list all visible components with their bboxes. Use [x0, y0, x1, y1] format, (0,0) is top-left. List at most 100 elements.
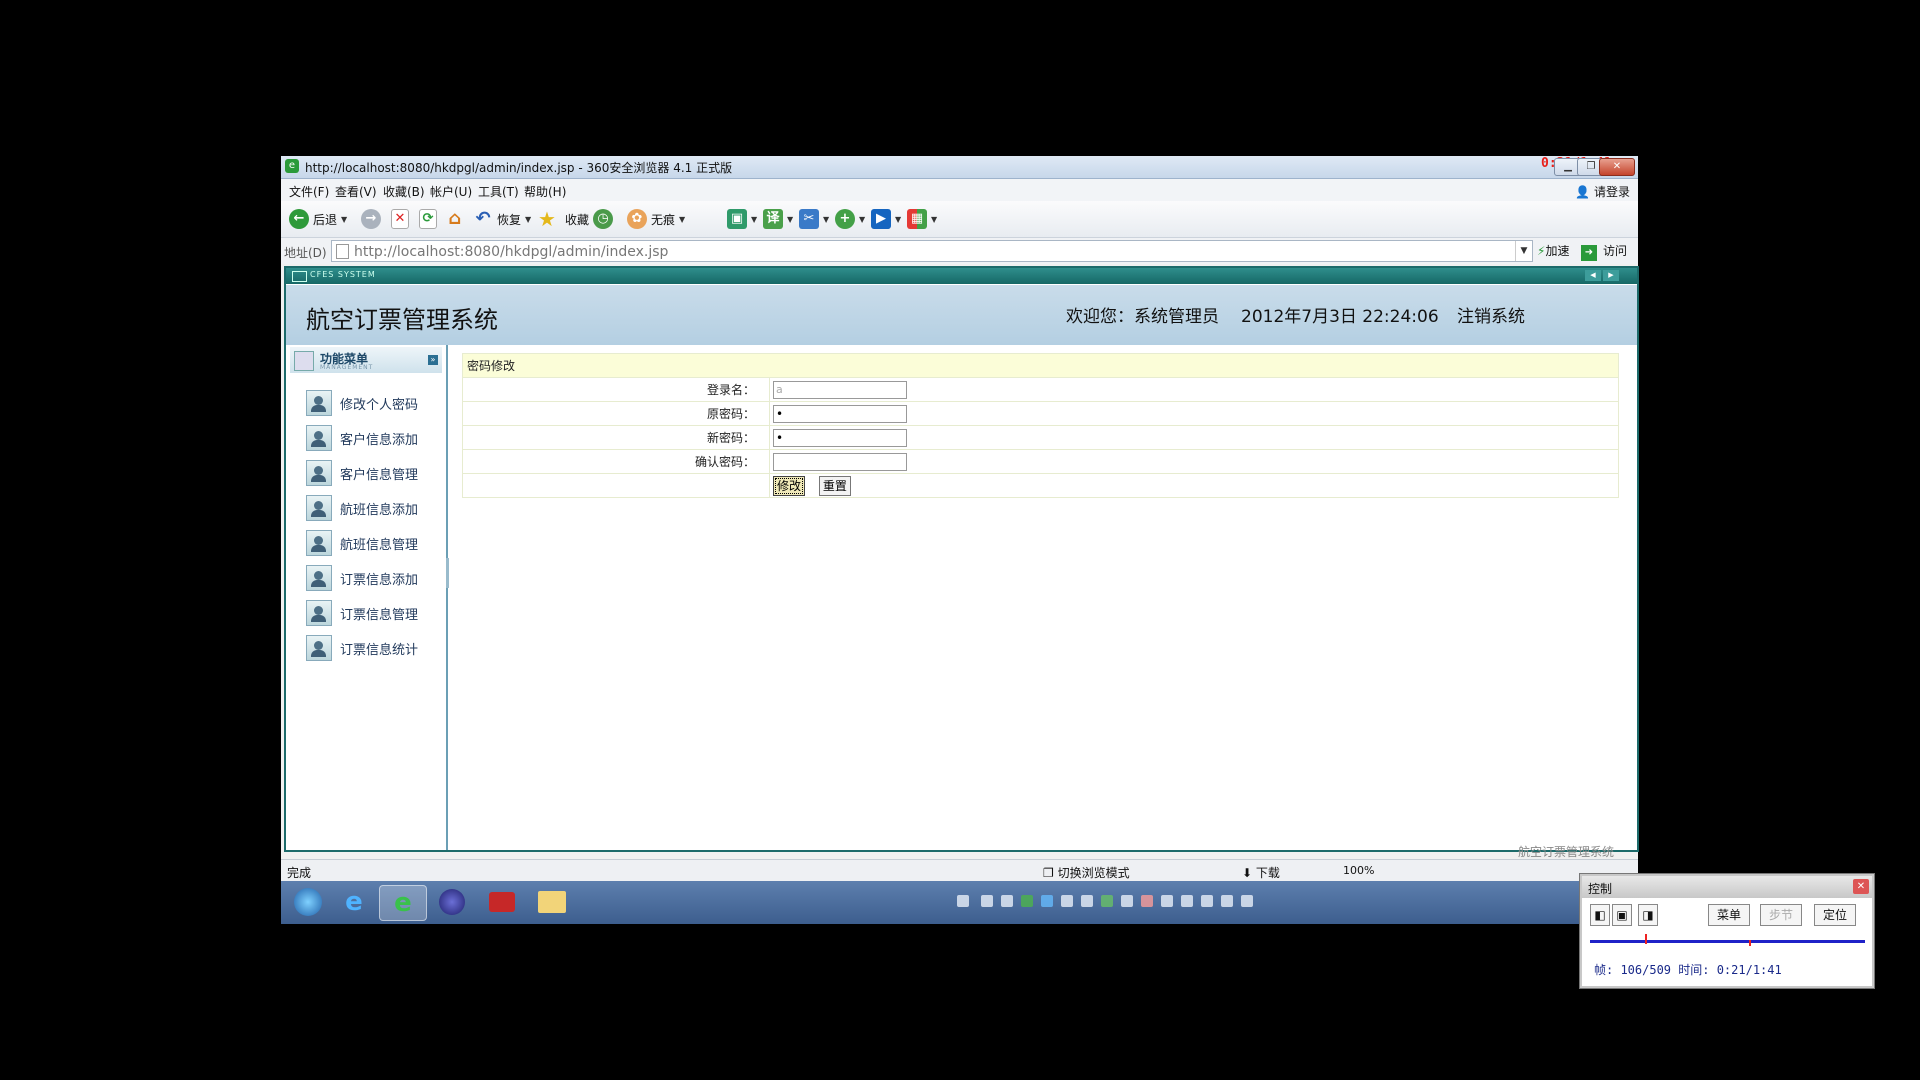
taskbar-360-browser[interactable]: e: [379, 885, 427, 921]
playback-track[interactable]: [1590, 940, 1865, 943]
visit-button[interactable]: ➜ 访问: [1581, 242, 1627, 261]
favorites-button[interactable]: ★ 收藏: [537, 208, 589, 230]
tray-flag-icon[interactable]: [1181, 895, 1193, 907]
taskbar-explorer[interactable]: [529, 885, 575, 919]
translate-icon: 译: [763, 209, 783, 229]
reset-button[interactable]: 重置: [818, 475, 851, 496]
stop-playback-button[interactable]: ▣: [1612, 904, 1632, 926]
tray-notes-icon[interactable]: [1081, 895, 1093, 907]
locate-button[interactable]: 定位: [1814, 904, 1856, 926]
sidebar-item-manage-flight[interactable]: 航班信息管理: [306, 530, 418, 556]
menu-help[interactable]: 帮助(H): [524, 183, 566, 200]
screenshot-button[interactable]: ✂ ▼: [799, 208, 829, 230]
control-close-icon[interactable]: ✕: [1853, 879, 1869, 894]
footer-text: 航空订票管理系统: [1517, 845, 1614, 859]
tray-shield-icon[interactable]: [1041, 895, 1053, 907]
tray-display-icon[interactable]: [1161, 895, 1173, 907]
tray-network-icon[interactable]: [981, 895, 993, 907]
tray-keyboard-icon[interactable]: [957, 895, 969, 907]
translate-button[interactable]: 译 ▼: [763, 208, 793, 230]
restore-button[interactable]: ↶ 恢复 ▼: [473, 208, 531, 230]
download-button[interactable]: ⬇ 下载: [1242, 864, 1280, 881]
tray-volume-icon[interactable]: [1241, 895, 1253, 907]
accelerate-label: 加速: [1545, 244, 1570, 258]
tray-tool-icon[interactable]: [1141, 895, 1153, 907]
zoom-level[interactable]: 100%: [1343, 864, 1374, 877]
sidebar-splitter[interactable]: [446, 558, 449, 588]
menu-account[interactable]: 帐户(U): [430, 183, 472, 200]
control-menu-button[interactable]: 菜单: [1708, 904, 1750, 926]
switch-mode-button[interactable]: ❐ 切换浏览模式: [1043, 864, 1130, 881]
apps-button[interactable]: ▦ ▼: [907, 208, 937, 230]
tray-defender-icon[interactable]: [1061, 895, 1073, 907]
logout-link[interactable]: 注销系统: [1457, 302, 1525, 327]
restore-dropdown-icon[interactable]: ▼: [525, 215, 531, 224]
tray-device-icon[interactable]: [1201, 895, 1213, 907]
login-link[interactable]: 👤 请登录: [1575, 183, 1630, 200]
sidebar-item-label: 客户信息管理: [340, 467, 419, 483]
nav-right-icon[interactable]: ▶: [1603, 270, 1619, 281]
confirm-password-field[interactable]: [773, 452, 907, 471]
sidebar-item-booking-stats[interactable]: 订票信息统计: [306, 635, 418, 661]
accelerate-button[interactable]: ⚡加速: [1537, 242, 1569, 259]
download-icon: ⬇: [1242, 866, 1253, 880]
playhead-marker[interactable]: [1645, 934, 1647, 944]
sidebar-item-label: 订票信息添加: [340, 572, 419, 588]
collapse-icon[interactable]: »: [428, 355, 438, 365]
user-card-icon: [306, 495, 332, 521]
sidebar-header-sub: MANAGEMENT: [320, 364, 374, 371]
stop-button[interactable]: ✕: [391, 208, 409, 230]
taskbar-ie[interactable]: e: [331, 885, 377, 919]
menu-view[interactable]: 查看(V): [335, 183, 377, 200]
submit-button[interactable]: 修改: [773, 475, 806, 496]
tray-printer-icon[interactable]: [1121, 895, 1133, 907]
paw-icon: ✿: [627, 209, 647, 229]
sidebar-item-manage-booking[interactable]: 订票信息管理: [306, 600, 418, 626]
sidebar-item-change-password[interactable]: 修改个人密码: [306, 390, 418, 416]
menu-tools[interactable]: 工具(T): [478, 183, 519, 200]
control-title: 控制: [1588, 882, 1613, 896]
new-password-field[interactable]: •: [773, 428, 907, 447]
tray-security-icon[interactable]: [1021, 895, 1033, 907]
taskbar-eclipse[interactable]: [429, 885, 475, 919]
address-input[interactable]: http://localhost:8080/hkdpgl/admin/index…: [331, 240, 1533, 262]
extension-box-button[interactable]: ▣ ▼: [727, 208, 757, 230]
back-dropdown-icon[interactable]: ▼: [341, 215, 347, 224]
no-trace-button[interactable]: ✿ 无痕 ▼: [627, 208, 685, 230]
home-button[interactable]: ⌂: [445, 208, 465, 230]
security-button[interactable]: + ▼: [835, 208, 865, 230]
refresh-button[interactable]: ⟳: [419, 208, 437, 230]
sidebar-item-add-flight[interactable]: 航班信息添加: [306, 495, 418, 521]
sidebar-item-add-customer[interactable]: 客户信息添加: [306, 425, 418, 451]
nav-left-icon[interactable]: ◀: [1585, 270, 1601, 281]
next-frame-button[interactable]: ◨: [1638, 904, 1658, 926]
window-title: http://localhost:8080/hkdpgl/admin/index…: [305, 161, 733, 175]
start-button[interactable]: [285, 885, 331, 919]
prev-frame-button[interactable]: ◧: [1590, 904, 1610, 926]
menu-favorites[interactable]: 收藏(B): [383, 183, 425, 200]
tray-network2-icon[interactable]: [1221, 895, 1233, 907]
forward-button[interactable]: →: [361, 208, 381, 230]
username-field[interactable]: a: [773, 380, 907, 399]
restore-label: 恢复: [497, 212, 522, 227]
sidebar-item-add-booking[interactable]: 订票信息添加: [306, 565, 418, 591]
video-button[interactable]: ▶ ▼: [871, 208, 901, 230]
old-password-field[interactable]: •: [773, 404, 907, 423]
apps-grid-icon: ▦: [907, 209, 927, 229]
step-button[interactable]: 步节: [1760, 904, 1802, 926]
old-password-label: 原密码：: [462, 401, 770, 426]
close-button[interactable]: ✕: [1599, 158, 1635, 176]
address-dropdown-icon[interactable]: ▼: [1515, 241, 1532, 261]
taskbar: e e 22 2012: [281, 881, 1638, 924]
toolbox-icon: [489, 892, 515, 912]
menu-header-icon: [294, 351, 314, 371]
tray-app-icon[interactable]: [1001, 895, 1013, 907]
menu-file[interactable]: 文件(F): [289, 183, 329, 200]
taskbar-toolbox[interactable]: [479, 885, 525, 919]
back-button[interactable]: ← 后退 ▼: [289, 208, 347, 230]
username-label: 登录名：: [462, 377, 770, 402]
no-trace-dropdown-icon[interactable]: ▼: [679, 215, 685, 224]
history-button[interactable]: ◷: [593, 208, 613, 230]
tray-update-icon[interactable]: [1101, 895, 1113, 907]
sidebar-item-manage-customer[interactable]: 客户信息管理: [306, 460, 418, 486]
